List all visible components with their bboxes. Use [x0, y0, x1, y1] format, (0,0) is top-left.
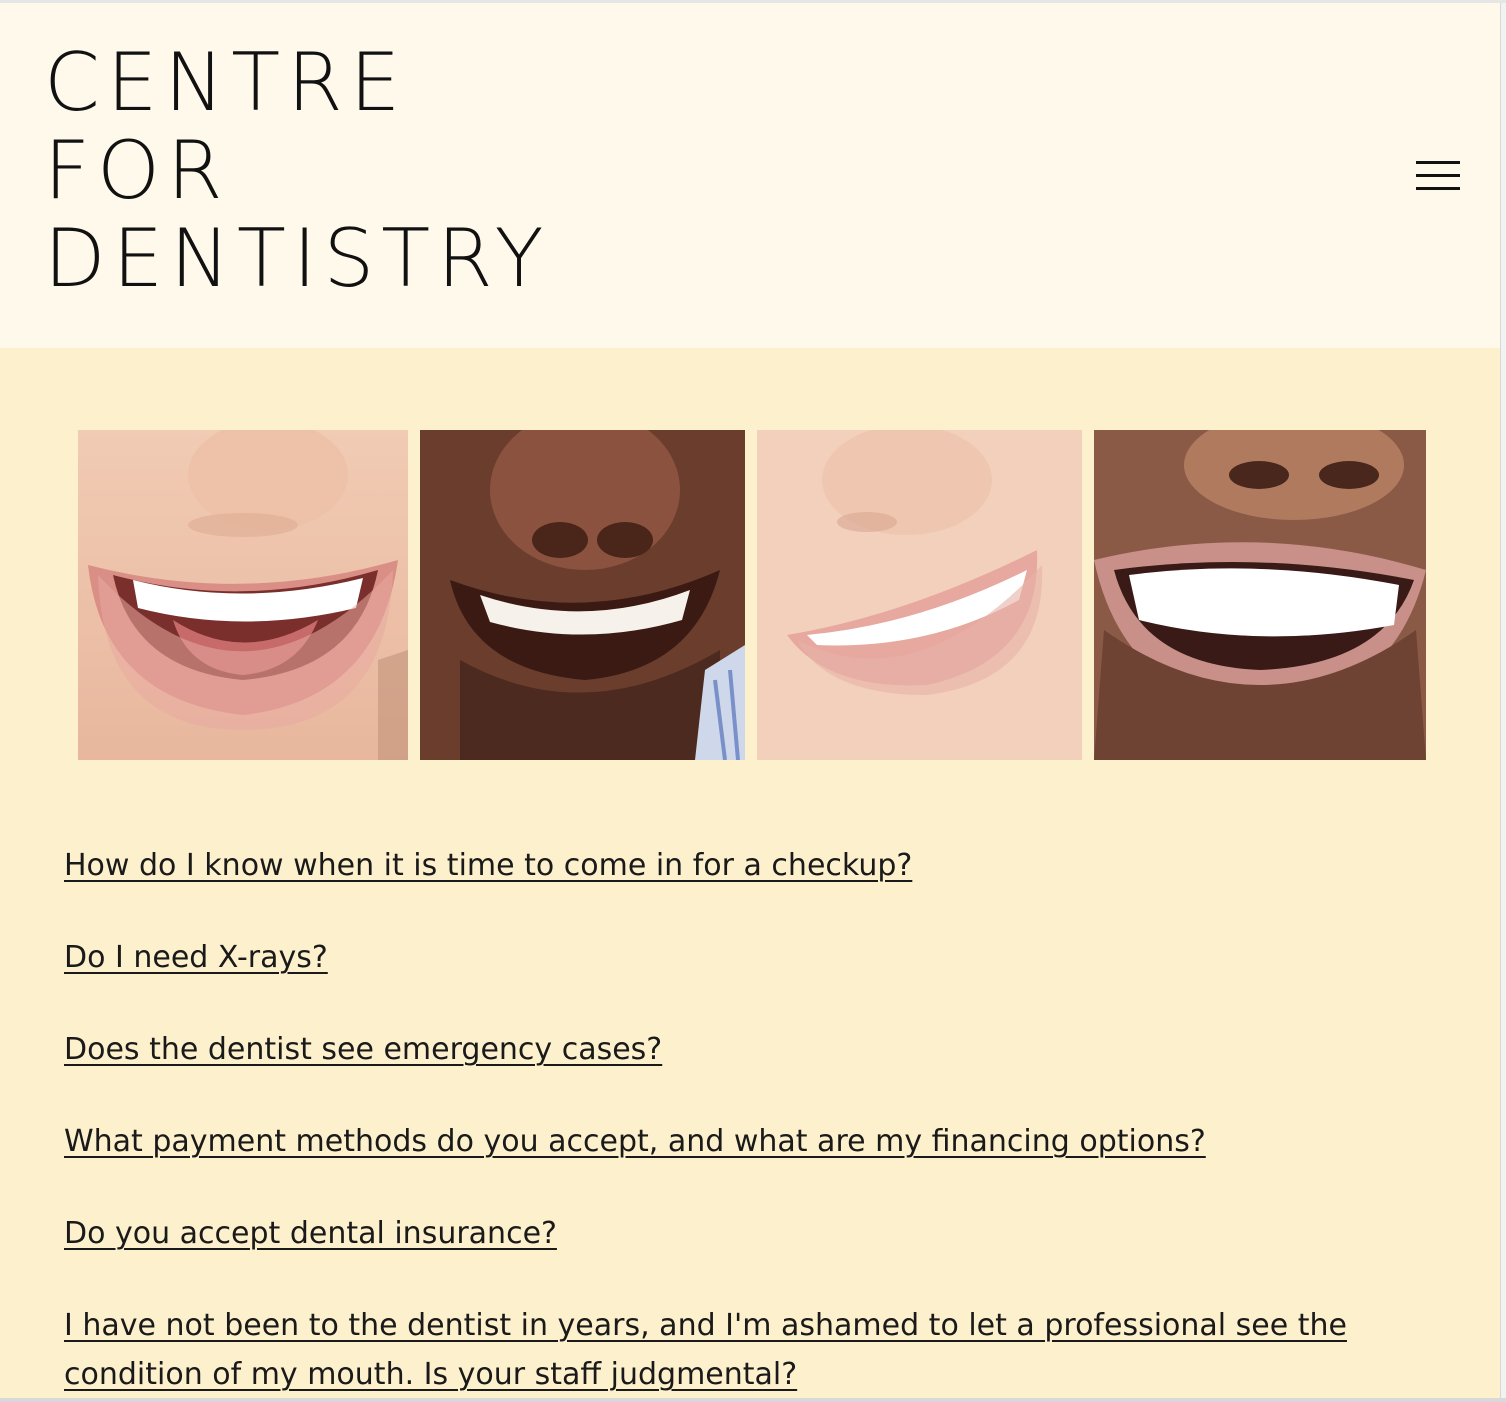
- site-header: CENTRE FOR DENTISTRY: [0, 3, 1500, 348]
- site-logo[interactable]: CENTRE FOR DENTISTRY: [44, 39, 550, 303]
- smile-photo-2: [420, 430, 745, 760]
- menu-bar: [1416, 187, 1460, 190]
- smiles-gallery: [78, 430, 1426, 760]
- smile-photo-4: [1094, 430, 1426, 760]
- window-bottom-edge: [0, 1398, 1506, 1402]
- faq-link-checkup[interactable]: How do I know when it is time to come in…: [64, 841, 1464, 890]
- faq-item: I have not been to the dentist in years,…: [64, 1301, 1464, 1399]
- faq-link-emergency[interactable]: Does the dentist see emergency cases?: [64, 1025, 1464, 1074]
- faq-item: What payment methods do you accept, and …: [64, 1117, 1464, 1166]
- faq-item: How do I know when it is time to come in…: [64, 841, 1464, 890]
- browser-viewport: CENTRE FOR DENTISTRY How do I know when …: [0, 0, 1506, 1402]
- logo-line: CENTRE: [44, 36, 408, 129]
- menu-bar: [1416, 174, 1460, 177]
- faq-link-xrays[interactable]: Do I need X-rays?: [64, 933, 1464, 982]
- faq-link-judgmental[interactable]: I have not been to the dentist in years,…: [64, 1301, 1464, 1399]
- logo-line: FOR: [44, 124, 230, 217]
- hamburger-menu-icon[interactable]: [1414, 158, 1460, 194]
- menu-bar: [1416, 161, 1460, 164]
- window-right-edge: [1500, 3, 1506, 1402]
- smile-photo-3: [757, 430, 1082, 760]
- page: CENTRE FOR DENTISTRY How do I know when …: [0, 3, 1500, 1399]
- faq-link-insurance[interactable]: Do you accept dental insurance?: [64, 1209, 1464, 1258]
- faq-list: How do I know when it is time to come in…: [64, 841, 1464, 1399]
- faq-item: Do I need X-rays?: [64, 933, 1464, 982]
- logo-line: DENTISTRY: [44, 212, 551, 305]
- faq-item: Do you accept dental insurance?: [64, 1209, 1464, 1258]
- faq-link-payment[interactable]: What payment methods do you accept, and …: [64, 1117, 1464, 1166]
- faq-item: Does the dentist see emergency cases?: [64, 1025, 1464, 1074]
- smile-photo-1: [78, 430, 408, 760]
